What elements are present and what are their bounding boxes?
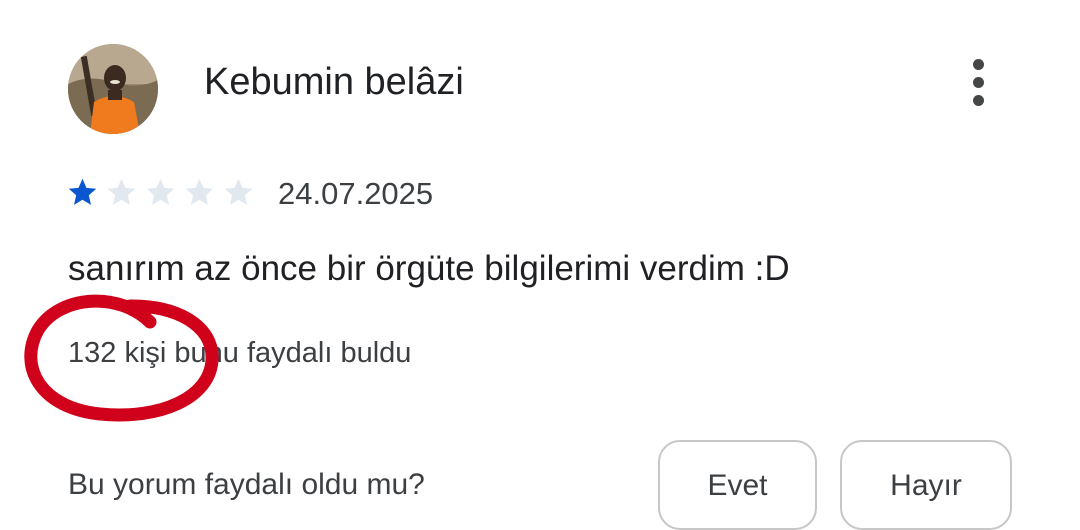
more-vert-icon [972, 58, 984, 70]
no-button[interactable]: Hayır [840, 440, 1012, 530]
star-icon [224, 178, 253, 205]
helpful-count: 132 kişi bunu faydalı buldu [68, 337, 412, 369]
review-date: 24.07.2025 [278, 176, 434, 211]
star-icon [146, 178, 175, 205]
star-icon [107, 178, 136, 205]
review-text: sanırım az önce bir örgüte bilgilerimi v… [68, 249, 790, 288]
more-options-button[interactable] [956, 52, 1000, 112]
yes-button[interactable]: Evet [658, 440, 817, 530]
helpful-question: Bu yorum faydalı oldu mu? [68, 468, 425, 501]
reviewer-avatar [68, 44, 158, 134]
reviewer-name: Kebumin belâzi [204, 61, 464, 103]
star-rating [66, 176, 255, 209]
star-icon [185, 178, 214, 205]
star-icon [68, 178, 97, 205]
